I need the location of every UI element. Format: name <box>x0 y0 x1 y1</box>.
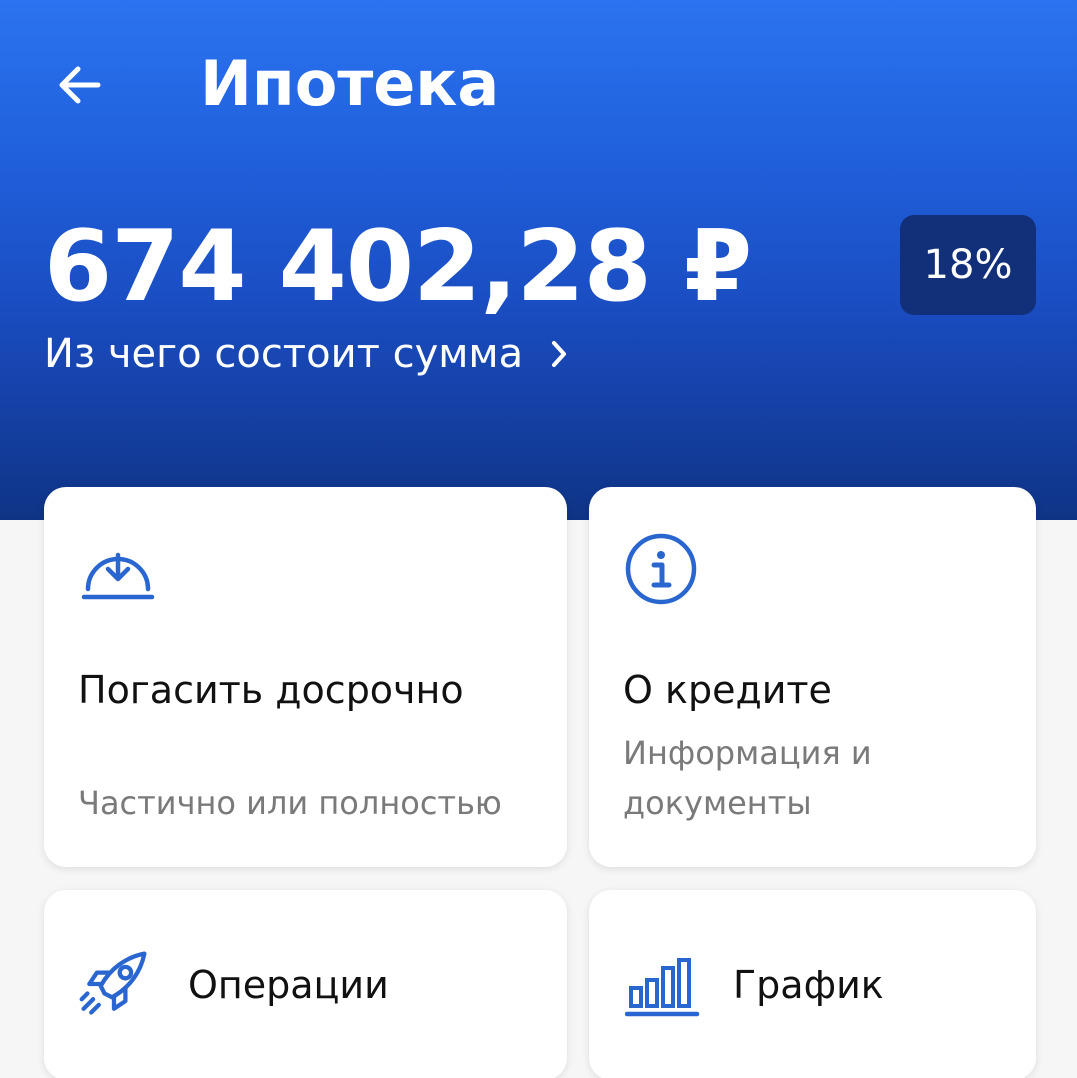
schedule-card[interactable]: График <box>589 890 1036 1078</box>
loan-info-card-title: О кредите <box>623 668 832 712</box>
prepay-card-title: Погасить досрочно <box>78 668 464 712</box>
back-button[interactable] <box>44 50 114 120</box>
rocket-icon <box>76 946 152 1022</box>
operations-card[interactable]: Операции <box>44 890 567 1078</box>
bar-chart-icon <box>625 946 701 1022</box>
loan-info-card[interactable]: О кредите Информация и документы <box>589 487 1036 867</box>
page-title: Ипотека <box>200 47 500 120</box>
operations-card-title: Операции <box>188 963 389 1007</box>
amount-breakdown-link[interactable]: Из чего состоит сумма <box>44 326 569 382</box>
chevron-right-icon <box>549 338 569 370</box>
download-arc-icon <box>80 531 156 607</box>
prepay-card-subtitle: Частично или полностью <box>78 784 502 822</box>
loan-info-card-subtitle-line2: документы <box>623 784 812 822</box>
schedule-card-title: График <box>733 963 884 1007</box>
loan-info-card-subtitle-line1: Информация и <box>623 734 872 772</box>
mortgage-screen: Ипотека 674 402,28 ₽ 18% Из чего состоит… <box>0 0 1077 1078</box>
loan-balance-amount: 674 402,28 ₽ <box>44 210 752 324</box>
interest-rate-badge: 18% <box>900 215 1036 315</box>
prepay-card[interactable]: Погасить досрочно Частично или полностью <box>44 487 567 867</box>
arrow-left-icon <box>59 66 101 104</box>
amount-breakdown-label: Из чего состоит сумма <box>44 331 524 377</box>
info-icon <box>623 531 699 607</box>
